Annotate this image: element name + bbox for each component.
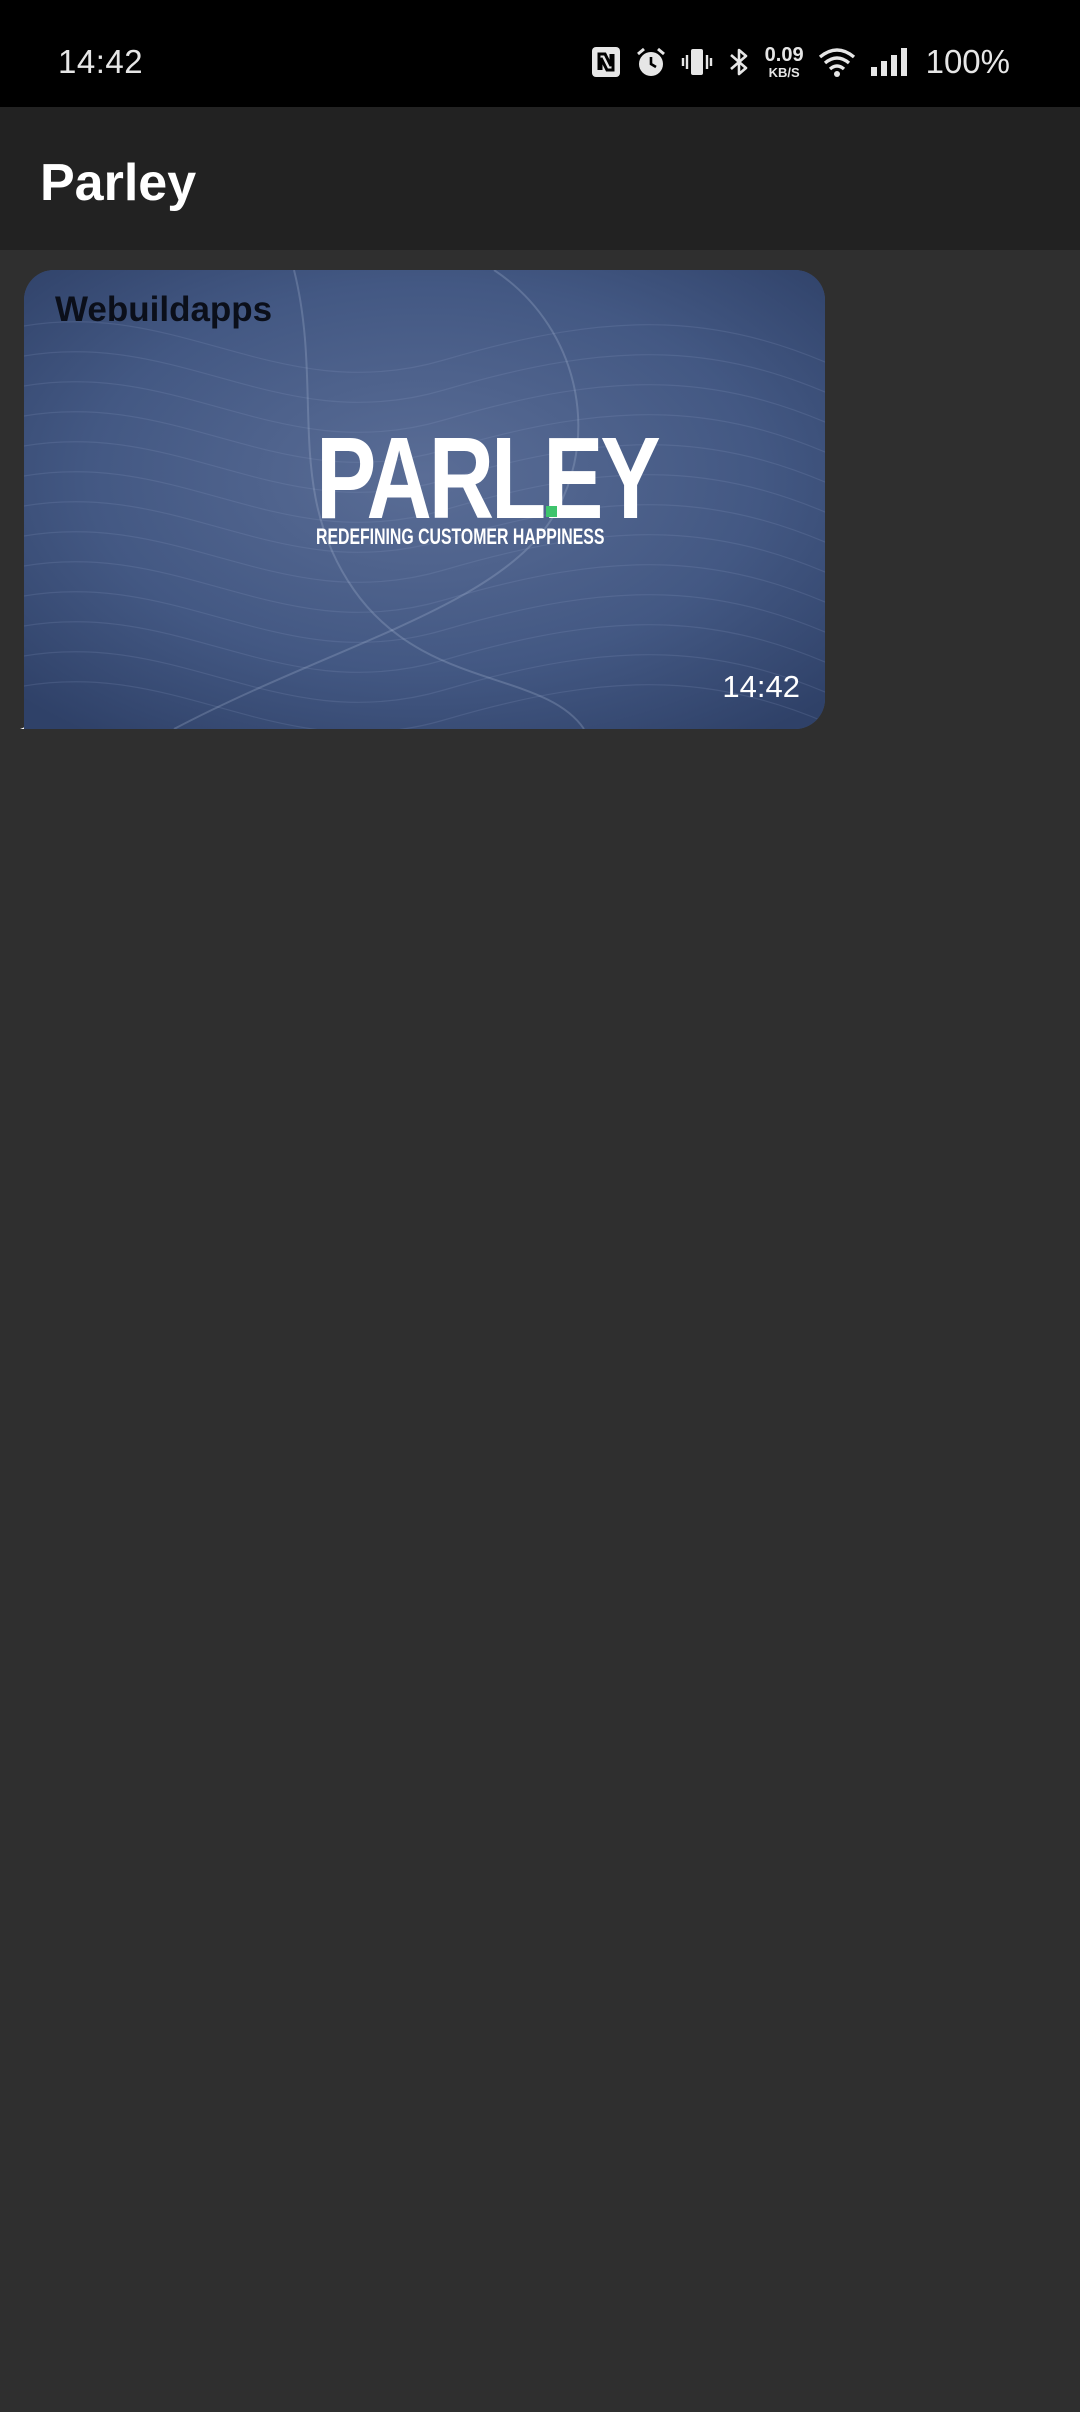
battery-percent: 100% [925,43,1010,80]
logo-tagline: REDEFINING CUSTOMER HAPPINESS [316,524,605,549]
status-bar: 14:42 0.09 KB/S 100% [0,0,1080,107]
sender-name: Webuildapps [55,290,273,329]
alarm-icon [635,46,667,78]
net-speed: 0.09 KB/S [765,45,804,79]
app-bar: Parley [0,107,1080,250]
vibrate-icon [681,46,713,78]
logo-dot [546,506,557,517]
message-bubble[interactable]: Webuildapps PARLEY REDEFINING CUSTOMER H… [20,270,825,729]
parley-logo: PARLEY REDEFINING CUSTOMER HAPPINESS [316,420,661,560]
status-time: 14:42 [58,43,144,80]
bluetooth-icon [727,46,751,78]
app-title: Parley [40,154,197,212]
image-attachment[interactable]: Webuildapps PARLEY REDEFINING CUSTOMER H… [24,270,825,729]
status-icons: 0.09 KB/S 100% [591,38,1010,86]
net-speed-value: 0.09 [764,44,804,66]
chat-area[interactable]: Webuildapps PARLEY REDEFINING CUSTOMER H… [0,250,1080,2412]
signal-icon [870,46,908,78]
wifi-icon [818,46,856,78]
net-speed-unit: KB/S [768,65,800,80]
message-time: 14:42 [722,669,800,704]
nfc-icon [591,46,621,78]
logo-wordmark: PARLEY [316,413,661,543]
